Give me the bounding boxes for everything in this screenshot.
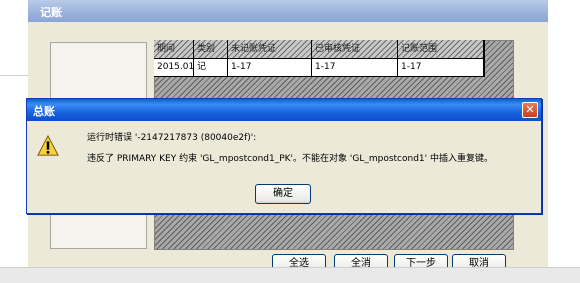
column-header-unposted[interactable]: 未记账凭证: [228, 40, 312, 58]
cell-type: 记: [194, 59, 228, 76]
posting-grid: 期间 类别 未记账凭证 已审核凭证 记账范围 2015.01 记 1-17 1-…: [154, 40, 485, 77]
error-dialog-titlebar[interactable]: 总账 ✕: [27, 99, 541, 121]
posting-window-title: 记账: [40, 6, 62, 19]
ok-button[interactable]: 确定: [255, 184, 311, 204]
warning-icon: [37, 135, 59, 156]
status-bar: [0, 267, 580, 283]
error-dialog-title: 总账: [33, 105, 55, 118]
cell-period: 2015.01: [154, 59, 194, 76]
column-header-reviewed[interactable]: 已审核凭证: [312, 40, 398, 58]
error-message-line1: 运行时错误 '-2147217873 (80040e2f)':: [87, 133, 257, 143]
cell-range[interactable]: 1-17: [398, 59, 484, 76]
cell-reviewed: 1-17: [312, 59, 398, 76]
close-icon[interactable]: ✕: [522, 102, 538, 118]
column-header-period[interactable]: 期间: [154, 40, 194, 58]
cell-unposted: 1-17: [228, 59, 312, 76]
background-divider: [0, 75, 28, 76]
error-dialog: 总账 ✕ 运行时错误 '-2147217873 (80040e2f)': 违反了…: [26, 98, 542, 214]
grid-header: 期间 类别 未记账凭证 已审核凭证 记账范围: [154, 40, 484, 59]
column-header-type[interactable]: 类别: [194, 40, 228, 58]
error-message-line2: 违反了 PRIMARY KEY 约束 'GL_mpostcond1_PK'。不能…: [87, 154, 493, 164]
column-header-range[interactable]: 记账范围: [398, 40, 484, 58]
table-row[interactable]: 2015.01 记 1-17 1-17 1-17: [154, 59, 484, 76]
posting-window-titlebar: 记账: [28, 0, 548, 22]
